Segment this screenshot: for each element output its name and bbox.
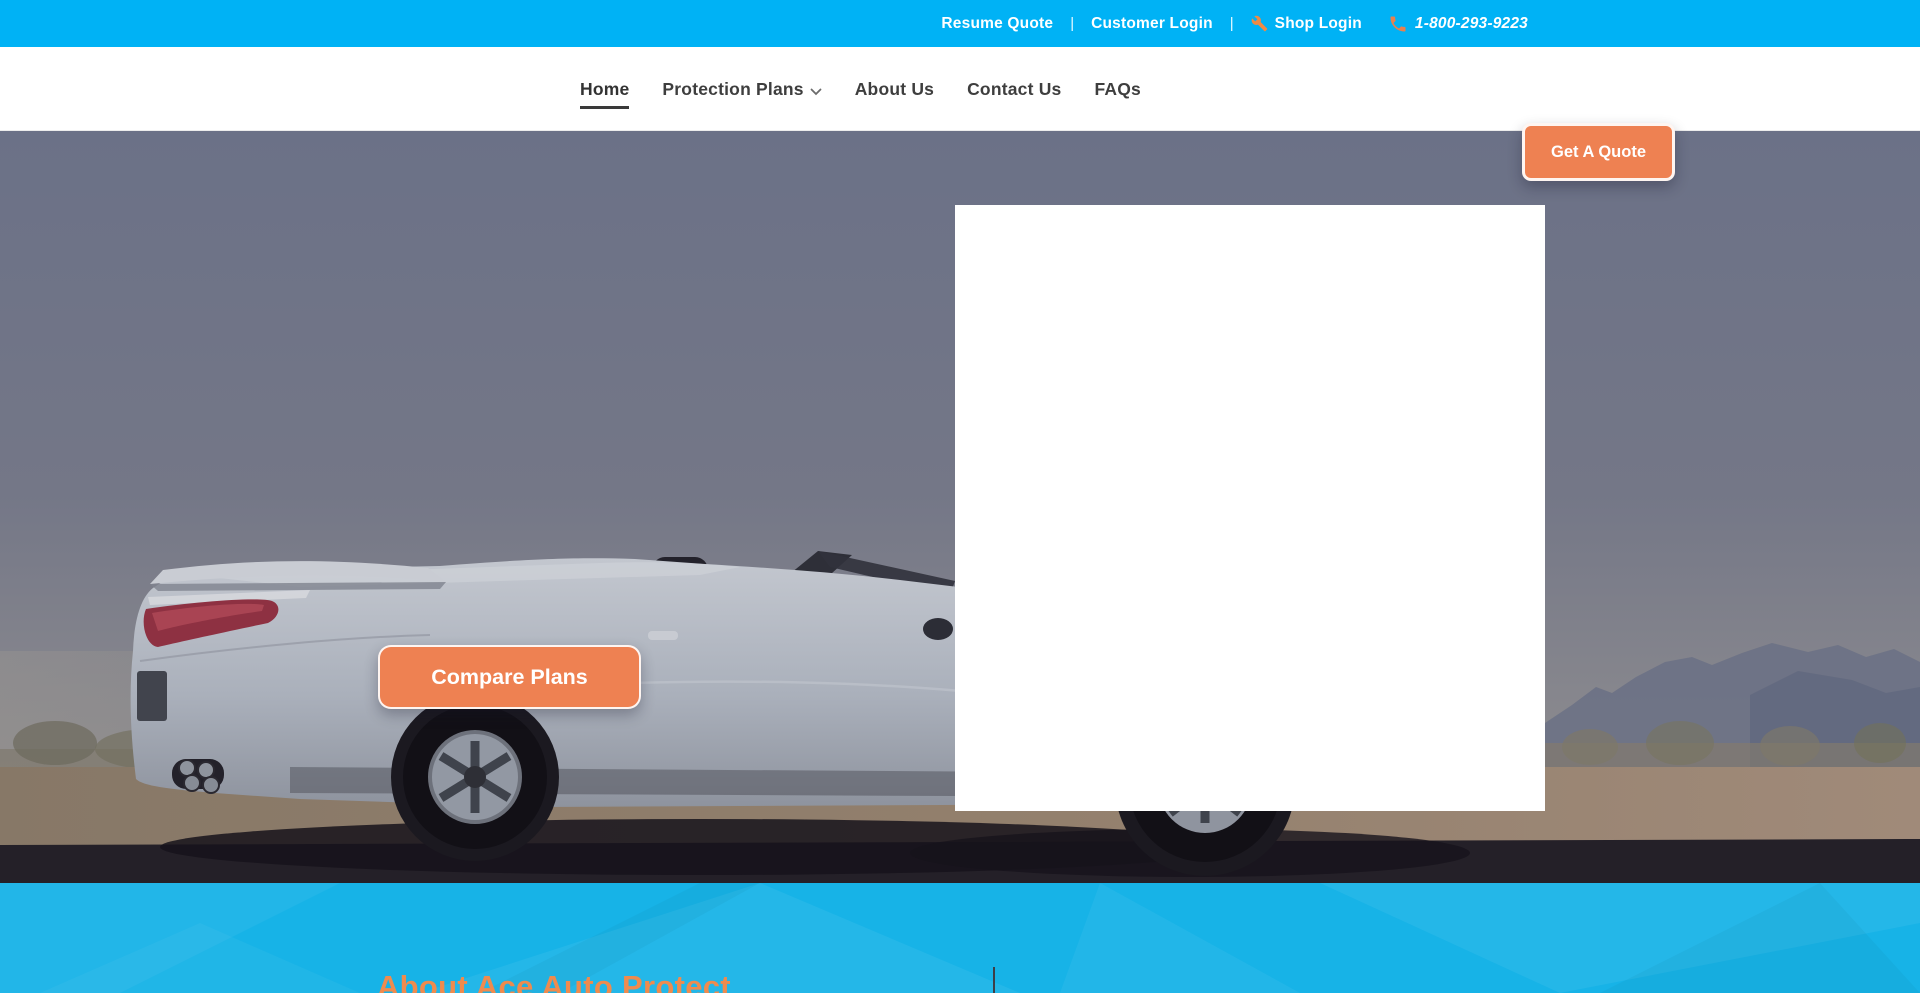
resume-quote-link[interactable]: Resume Quote (941, 15, 1053, 33)
phone-number-link[interactable]: 1-800-293-9223 (1415, 15, 1528, 33)
nav-item-faqs[interactable]: FAQs (1094, 47, 1141, 131)
nav-item-contact-us[interactable]: Contact Us (967, 47, 1061, 131)
nav-protection-plans-link[interactable]: Protection Plans (662, 78, 821, 101)
topbar-phone-group: 1-800-293-9223 (1388, 14, 1528, 34)
phone-icon (1388, 14, 1408, 34)
about-column-divider (993, 967, 995, 993)
nav-item-about-us[interactable]: About Us (855, 47, 934, 131)
about-background-pattern (0, 883, 1920, 993)
nav-contact-us-link[interactable]: Contact Us (967, 79, 1061, 100)
nav-item-home[interactable]: Home (580, 47, 629, 131)
compare-plans-button[interactable]: Compare Plans (378, 645, 641, 709)
nav-home-link[interactable]: Home (580, 79, 629, 100)
wrench-icon (1251, 15, 1268, 32)
topbar: Resume Quote | Customer Login | Shop Log… (0, 0, 1920, 47)
shop-login-link[interactable]: Shop Login (1275, 15, 1362, 33)
chevron-down-icon (810, 80, 822, 101)
main-nav: Home Protection Plans About Us Contact U… (0, 47, 1920, 131)
about-heading: About Ace Auto Protect (377, 969, 731, 993)
about-section: About Ace Auto Protect (0, 883, 1920, 993)
nav-about-us-link[interactable]: About Us (855, 79, 934, 100)
nav-menu: Home Protection Plans About Us Contact U… (580, 47, 1141, 131)
nav-item-protection-plans[interactable]: Protection Plans (662, 47, 821, 131)
nav-protection-plans-label: Protection Plans (662, 79, 803, 100)
get-a-quote-button[interactable]: Get A Quote (1522, 123, 1675, 181)
customer-login-link[interactable]: Customer Login (1091, 15, 1213, 33)
hero-banner (0, 131, 1920, 883)
quote-form-panel (955, 205, 1545, 811)
page: Resume Quote | Customer Login | Shop Log… (0, 0, 1920, 993)
nav-faqs-link[interactable]: FAQs (1094, 79, 1141, 100)
topbar-separator: | (1230, 15, 1234, 32)
topbar-separator: | (1070, 15, 1074, 32)
